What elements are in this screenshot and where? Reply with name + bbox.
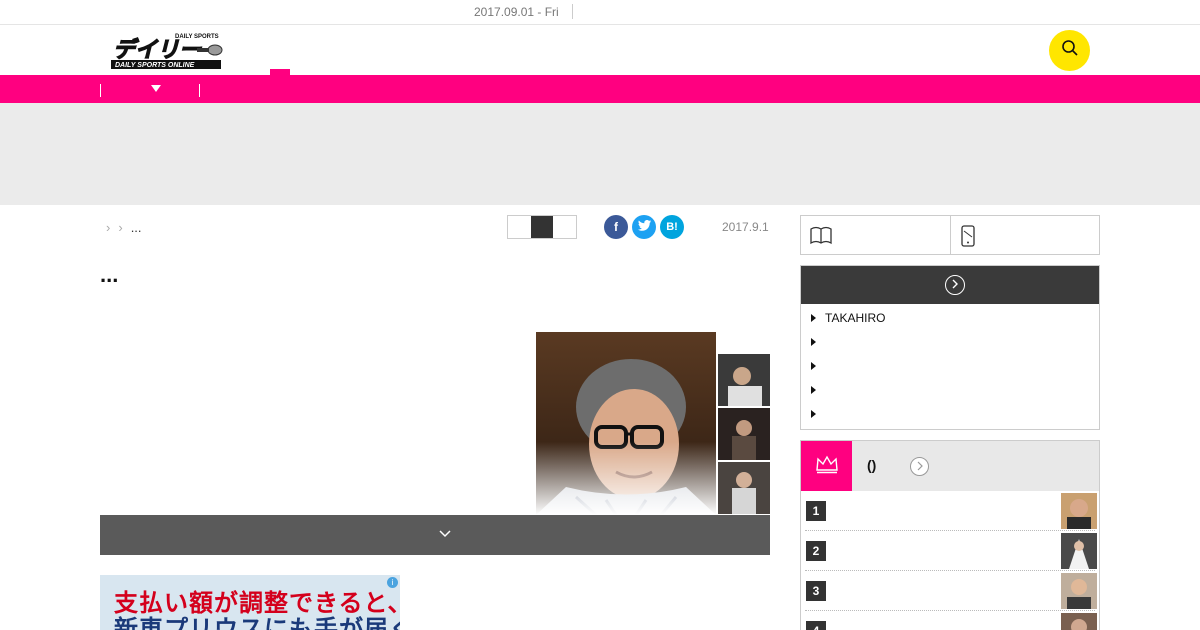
ranking-thumbnail — [1061, 493, 1097, 529]
crown-icon — [815, 454, 839, 479]
tab-mobile[interactable] — [949, 216, 1100, 254]
font-size-small[interactable] — [508, 216, 531, 238]
article-title: ... — [100, 262, 119, 287]
site-logo[interactable]: DAILY SPORTS デイリー DAILY SPORTS ONLINE — [111, 31, 223, 69]
ad-info-icon[interactable]: i — [387, 577, 398, 588]
rank-number: 1 — [806, 501, 826, 521]
font-size-medium[interactable] — [530, 216, 554, 238]
twitter-share-button[interactable] — [632, 215, 656, 239]
topic-item[interactable] — [811, 332, 825, 352]
triangle-right-icon — [811, 410, 816, 418]
expand-article-button[interactable] — [100, 515, 770, 555]
chevron-down-icon — [438, 527, 452, 546]
svg-text:DAILY SPORTS ONLINE: DAILY SPORTS ONLINE — [115, 62, 195, 69]
ranking-box: () 1 2 3 4 — [800, 440, 1100, 630]
ranking-header: () — [801, 441, 1099, 491]
chevron-right-icon: › — [106, 220, 111, 235]
ad-banner-area — [0, 103, 1200, 205]
rank-number: 2 — [806, 541, 826, 561]
photo-thumbnail[interactable] — [718, 354, 770, 406]
facebook-share-button[interactable]: f — [604, 215, 628, 239]
chevron-right-icon — [916, 458, 924, 476]
triangle-right-icon — [811, 314, 816, 322]
triangle-right-icon — [811, 362, 816, 370]
topics-box: TAKAHIRO — [800, 265, 1100, 430]
topic-item[interactable] — [811, 356, 825, 376]
facebook-icon: f — [614, 220, 618, 234]
triangle-right-icon — [811, 386, 816, 394]
ranking-item[interactable]: 1 — [805, 491, 1097, 531]
ranking-thumbnail — [1061, 613, 1097, 630]
chevron-right-icon: › — [118, 220, 123, 235]
ranking-thumbnail — [1061, 573, 1097, 609]
main-article-photo[interactable] — [536, 332, 716, 515]
topic-item[interactable]: TAKAHIRO — [811, 308, 885, 328]
breadcrumb-current[interactable]: ... — [131, 220, 142, 235]
main-nav — [0, 75, 1200, 103]
article-date: 2017.9.1 — [722, 220, 769, 234]
font-size-large[interactable] — [553, 216, 576, 238]
ranking-item[interactable]: 3 — [805, 571, 1097, 611]
nav-dropdown-arrow-icon[interactable] — [151, 85, 161, 92]
advertisement-image[interactable]: 支払い額が調整できると、 新車プリウスにも手が届く。 i — [100, 575, 400, 630]
ranking-thumbnail — [1061, 533, 1097, 569]
topics-more-button[interactable] — [945, 275, 965, 295]
ranking-title: () — [867, 457, 877, 473]
topics-header — [801, 266, 1099, 304]
breadcrumb: › › ... — [106, 220, 142, 235]
topic-label: TAKAHIRO — [825, 311, 886, 325]
ranking-item[interactable]: 2 — [805, 531, 1097, 571]
current-date: 2017.09.01 - Fri — [474, 5, 559, 19]
ranking-tile — [801, 441, 852, 491]
sidebar-tabs — [800, 215, 1100, 255]
rank-number: 4 — [806, 621, 826, 630]
tab-paper[interactable] — [801, 216, 950, 254]
rank-number: 3 — [806, 581, 826, 601]
nav-divider — [199, 84, 200, 97]
search-button[interactable] — [1049, 30, 1090, 71]
font-size-toggle — [507, 215, 577, 239]
topic-item[interactable] — [811, 380, 825, 400]
twitter-icon — [637, 220, 651, 234]
photo-thumbnail[interactable] — [718, 462, 770, 514]
ranking-more-button[interactable] — [910, 457, 929, 476]
triangle-right-icon — [811, 338, 816, 346]
site-header: DAILY SPORTS デイリー DAILY SPORTS ONLINE — [0, 25, 1200, 75]
topic-item[interactable] — [811, 404, 825, 424]
ranking-item[interactable]: 4 — [805, 611, 1097, 630]
search-icon — [1061, 39, 1079, 62]
nav-divider — [100, 84, 101, 97]
hatena-bookmark-button[interactable]: B! — [660, 215, 684, 239]
svg-text:デイリー: デイリー — [113, 37, 202, 63]
hatena-icon: B! — [666, 221, 678, 233]
chevron-right-icon — [951, 276, 959, 294]
ad-subline: 新車プリウスにも手が届く。 — [114, 616, 400, 630]
top-date-bar: 2017.09.01 - Fri — [0, 0, 1200, 25]
photo-thumbnail[interactable] — [718, 408, 770, 460]
date-divider — [572, 4, 573, 19]
